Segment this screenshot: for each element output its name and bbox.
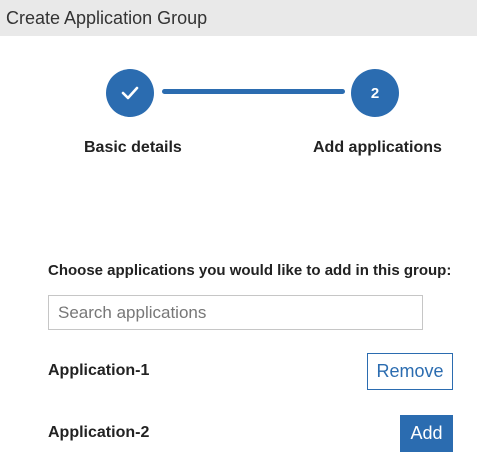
step-2-label: Add applications (313, 139, 442, 156)
application-row: Application-2 Add (48, 415, 454, 453)
application-name: Application-2 (48, 424, 150, 441)
applications-prompt: Choose applications you would like to ad… (48, 262, 452, 279)
window-title: Create Application Group (0, 0, 477, 36)
application-name: Application-1 (48, 362, 150, 379)
remove-application-button[interactable]: Remove (367, 353, 453, 390)
step-1-label: Basic details (84, 139, 182, 156)
step-connector (162, 89, 345, 94)
search-applications-input[interactable] (48, 295, 423, 330)
application-row: Application-1 Remove (48, 353, 454, 391)
step-2-indicator[interactable]: 2 (351, 69, 399, 117)
check-icon (121, 86, 139, 100)
step-1-completed-indicator[interactable] (106, 69, 154, 117)
add-application-button[interactable]: Add (400, 415, 453, 452)
stepper: 2 Basic details Add applications (0, 36, 477, 176)
